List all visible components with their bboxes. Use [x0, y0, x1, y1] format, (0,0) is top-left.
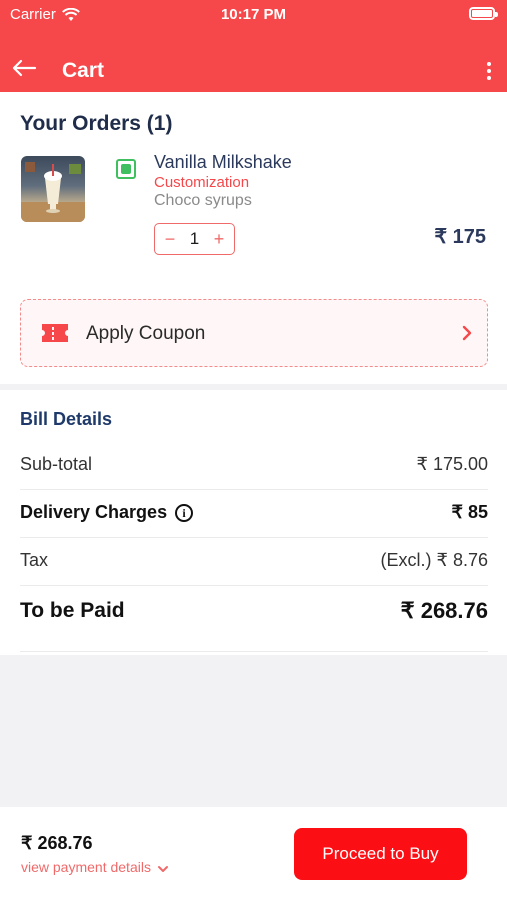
- increment-button[interactable]: +: [212, 230, 226, 248]
- bill-details-section: Bill Details Sub-total ₹ 175.00 Delivery…: [0, 390, 507, 655]
- info-icon[interactable]: i: [175, 504, 194, 523]
- veg-indicator-icon: [116, 159, 136, 179]
- orders-title: Your Orders (1): [20, 112, 173, 135]
- apply-coupon-button[interactable]: Apply Coupon: [20, 299, 488, 367]
- coupon-icon: [42, 324, 68, 342]
- decrement-button[interactable]: −: [163, 230, 177, 248]
- subtotal-label: Sub-total: [20, 454, 93, 474]
- divider: [20, 489, 488, 490]
- delivery-value: ₹ 85: [451, 502, 488, 522]
- payment-details-label: view payment details: [21, 859, 151, 875]
- proceed-to-buy-button[interactable]: Proceed to Buy: [294, 828, 467, 880]
- clock: 10:17 PM: [220, 6, 287, 23]
- tax-value: (Excl.) ₹ 8.76: [380, 550, 488, 570]
- footer-total: ₹ 268.76: [21, 833, 93, 853]
- coupon-label: Apply Coupon: [86, 323, 206, 344]
- battery-icon: [469, 7, 498, 20]
- item-name: Vanilla Milkshake: [154, 152, 292, 172]
- item-customization-label: Customization: [154, 174, 250, 191]
- divider: [20, 651, 488, 652]
- more-options-icon[interactable]: [481, 60, 497, 82]
- tax-label: Tax: [20, 550, 49, 570]
- divider: [20, 585, 488, 586]
- orders-section: Your Orders (1) Vanilla Milkshake Custom…: [0, 92, 507, 384]
- divider: [20, 537, 488, 538]
- page-title: Cart: [62, 59, 105, 82]
- status-bar: Carrier 10:17 PM: [0, 0, 507, 30]
- view-payment-details-link[interactable]: view payment details: [21, 859, 169, 875]
- subtotal-row: Sub-total ₹ 175.00: [20, 454, 488, 475]
- quantity-value: 1: [189, 229, 200, 248]
- item-customization-detail: Choco syrups: [154, 192, 252, 209]
- quantity-stepper: − 1 +: [154, 223, 235, 255]
- chevron-down-icon: [157, 866, 168, 872]
- delivery-label-group: Delivery Charges i: [20, 502, 194, 523]
- bill-title: Bill Details: [20, 409, 113, 429]
- total-label: To be Paid: [20, 599, 125, 622]
- item-thumbnail: [21, 156, 85, 222]
- tax-row: Tax (Excl.) ₹ 8.76: [20, 550, 488, 571]
- item-price: ₹ 175: [434, 226, 486, 248]
- checkout-footer: ₹ 268.76 view payment details Proceed to…: [0, 807, 507, 900]
- app-header: Carrier 10:17 PM Cart: [0, 0, 507, 92]
- subtotal-value: ₹ 175.00: [416, 454, 488, 474]
- delivery-row: Delivery Charges i ₹ 85: [20, 502, 488, 523]
- total-value: ₹ 268.76: [400, 598, 488, 623]
- chevron-right-icon: [462, 325, 472, 341]
- back-arrow-icon[interactable]: [10, 56, 38, 80]
- total-row: To be Paid ₹ 268.76: [20, 598, 488, 624]
- delivery-label: Delivery Charges: [20, 502, 168, 522]
